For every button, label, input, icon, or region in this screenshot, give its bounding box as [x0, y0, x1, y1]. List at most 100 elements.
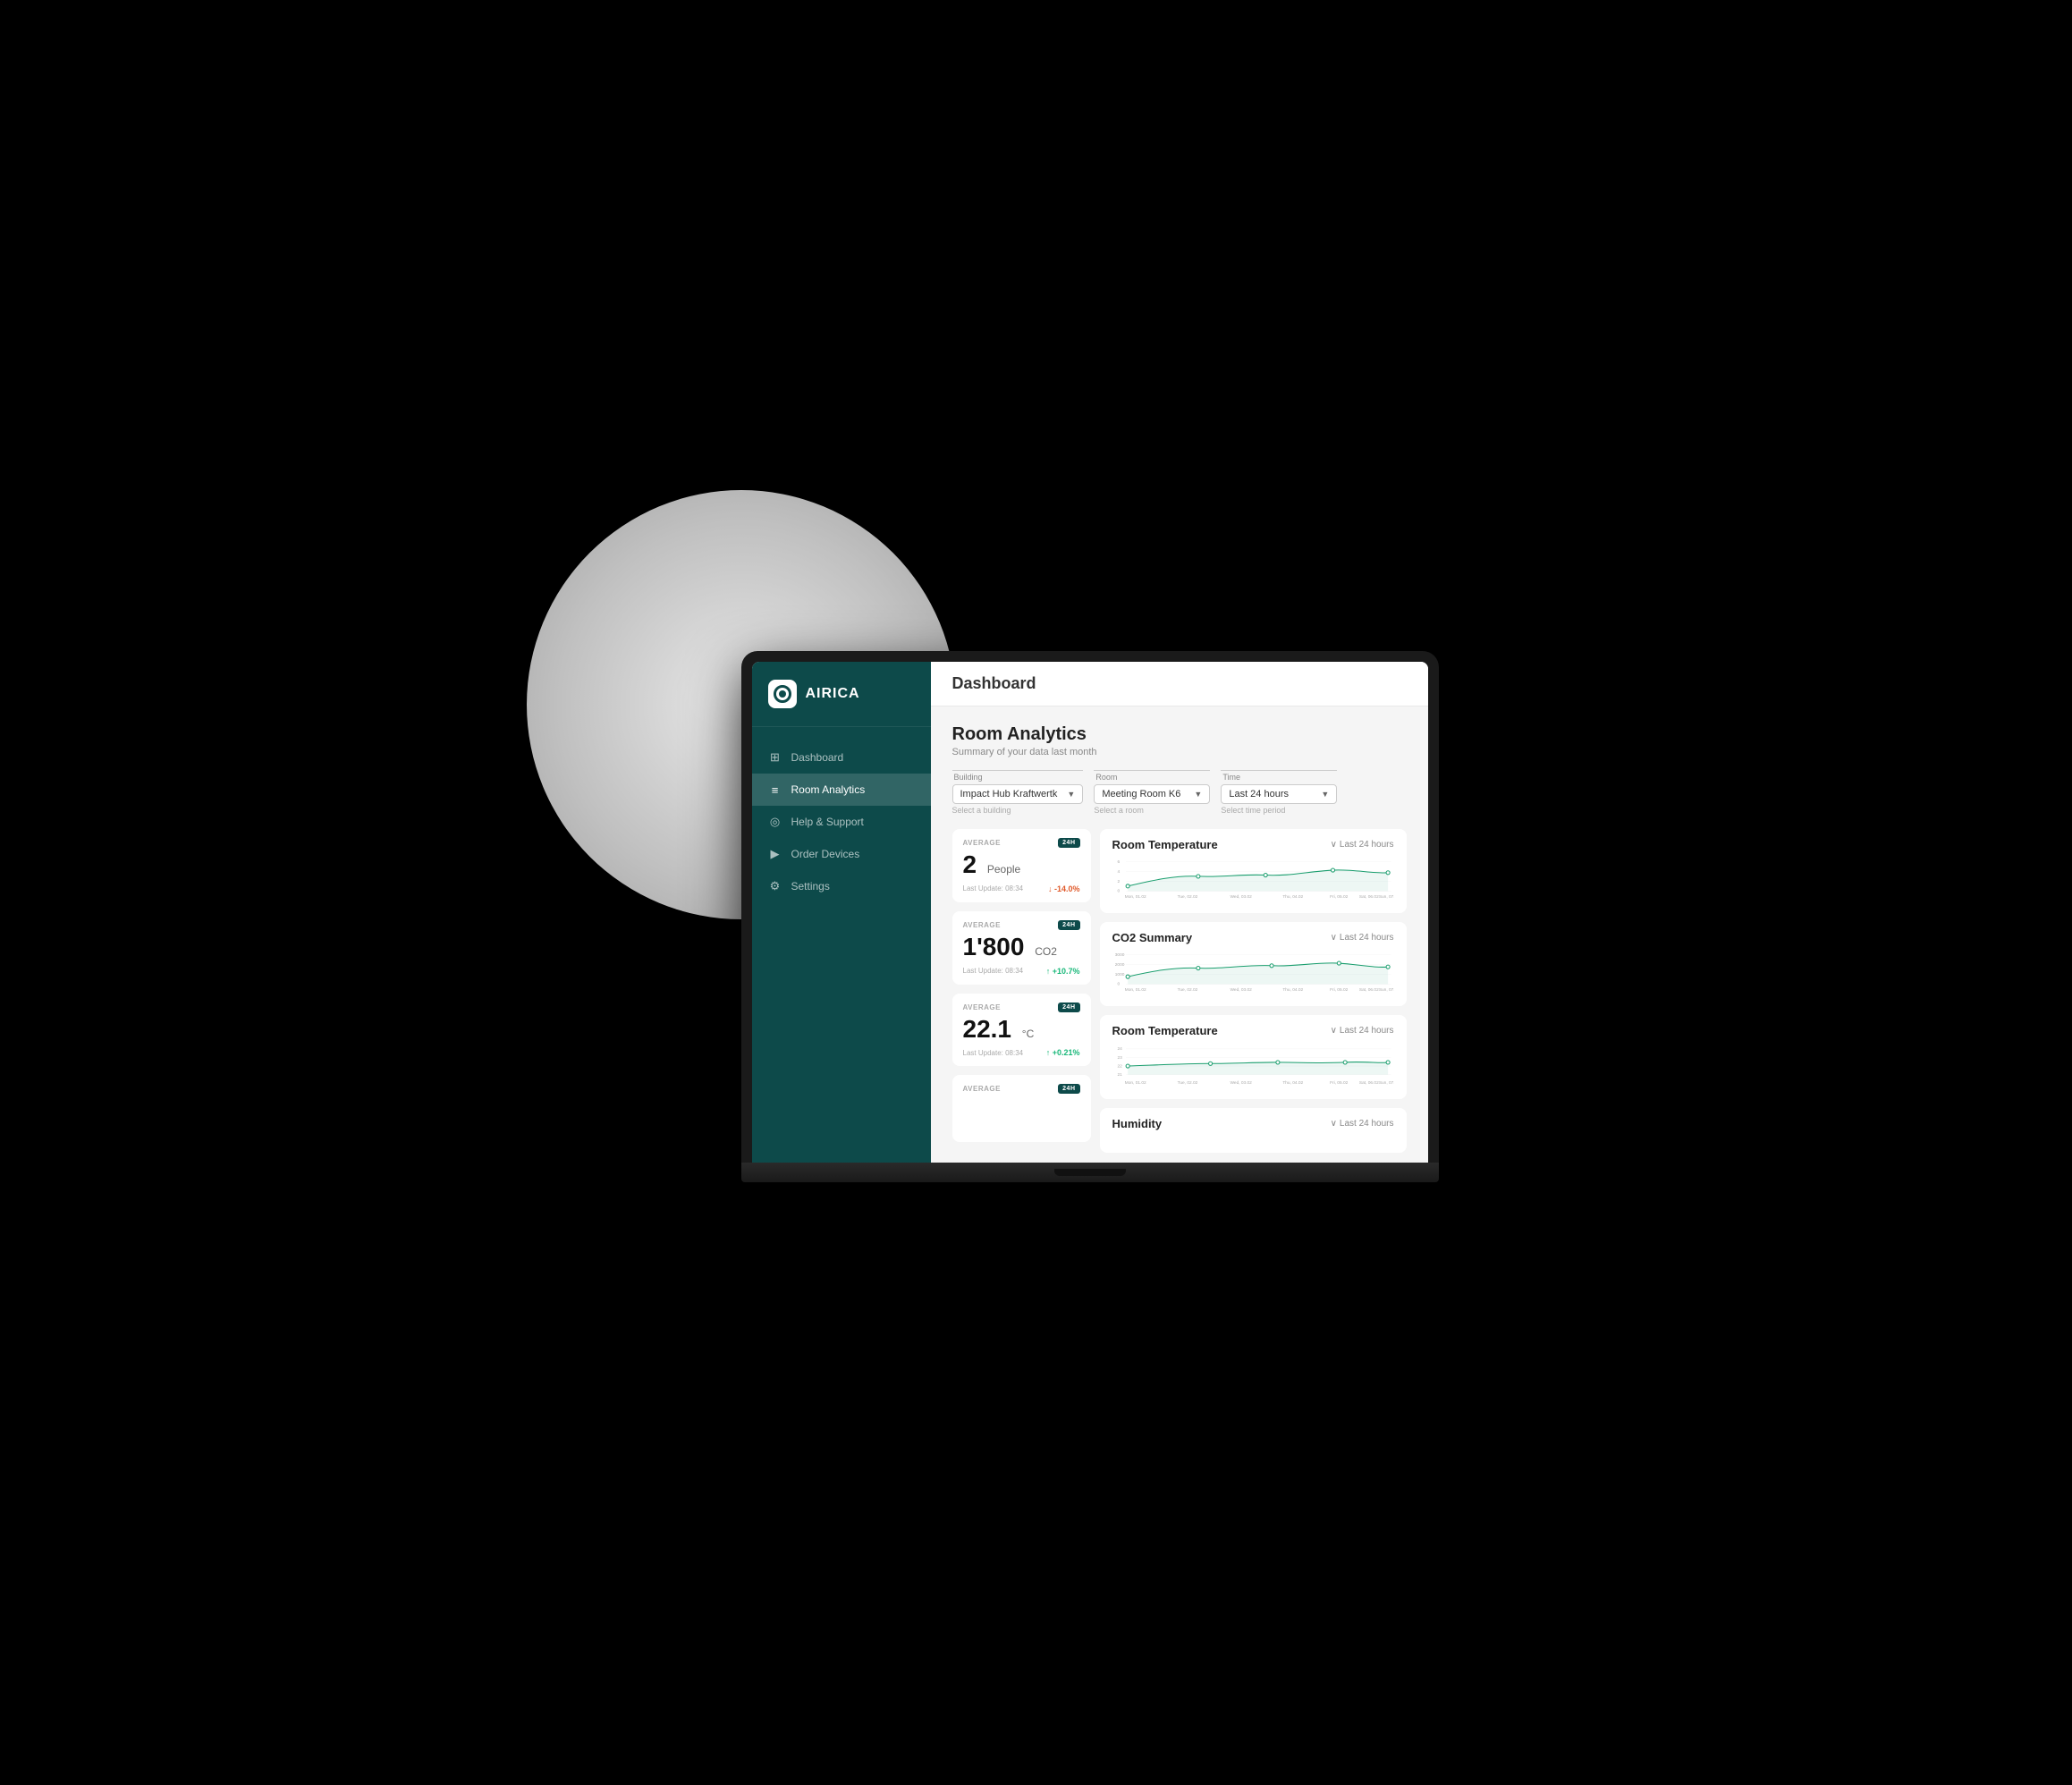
svg-text:Thu, 04.02: Thu, 04.02 [1282, 987, 1303, 993]
stat-update-co2: Last Update: 08:34 [963, 967, 1024, 975]
stat-update-people: Last Update: 08:34 [963, 884, 1024, 892]
laptop: AIRICA ⊞ Dashboard ≡ Room Analytics ◎ [741, 651, 1439, 1241]
sidebar-item-settings-label: Settings [791, 880, 830, 892]
svg-text:21: 21 [1117, 1072, 1122, 1078]
stat-change-temperature: ↑ +0.21% [1046, 1048, 1080, 1057]
room-filter-label: Room [1094, 770, 1210, 782]
time-filter-label: Time [1221, 770, 1337, 782]
chart-header-room-temperature: Room Temperature ∨ Last 24 hours [1112, 838, 1394, 851]
chart-card-room-temperature-2: Room Temperature ∨ Last 24 hours 24 [1100, 1015, 1407, 1099]
svg-text:23: 23 [1117, 1055, 1122, 1061]
svg-text:Mon, 01.02: Mon, 01.02 [1124, 1080, 1146, 1086]
page-title: Dashboard [952, 674, 1407, 693]
building-chevron-icon: ▼ [1067, 790, 1075, 799]
stat-label-humidity: AVERAGE 24H [963, 1084, 1080, 1094]
stat-change-co2: ↑ +10.7% [1046, 967, 1080, 976]
sidebar-item-help-support-label: Help & Support [791, 816, 864, 828]
svg-text:Mon, 01.02: Mon, 01.02 [1124, 987, 1146, 993]
sidebar-item-help-support[interactable]: ◎ Help & Support [752, 806, 931, 838]
time-chevron-icon: ▼ [1321, 790, 1329, 799]
svg-text:24: 24 [1117, 1046, 1122, 1052]
sidebar-item-dashboard[interactable]: ⊞ Dashboard [752, 741, 931, 774]
badge-24h-temperature: 24H [1058, 1002, 1079, 1012]
svg-text:Sun, 07.02: Sun, 07.02 [1378, 894, 1393, 900]
chart-time-room-temperature[interactable]: ∨ Last 24 hours [1331, 840, 1394, 850]
stat-value-co2: 1'800 CO2 [963, 934, 1080, 961]
stat-label-temperature: AVERAGE 24H [963, 1002, 1080, 1012]
time-select[interactable]: Last 24 hours ▼ [1221, 784, 1337, 804]
svg-text:0: 0 [1117, 982, 1120, 987]
building-select[interactable]: Impact Hub Kraftwertk ▼ [952, 784, 1084, 804]
logo: AIRICA [752, 662, 931, 727]
chart-time-room-temperature-2[interactable]: ∨ Last 24 hours [1331, 1026, 1394, 1036]
nav: ⊞ Dashboard ≡ Room Analytics ◎ Help & Su… [752, 727, 931, 1163]
section-subtitle: Summary of your data last month [952, 747, 1407, 757]
svg-text:4: 4 [1117, 869, 1120, 875]
svg-text:6: 6 [1117, 859, 1120, 865]
svg-text:Fri, 05.02: Fri, 05.02 [1330, 987, 1349, 993]
svg-text:Tue, 02.02: Tue, 02.02 [1177, 987, 1197, 993]
chart-header-room-temperature-2: Room Temperature ∨ Last 24 hours [1112, 1024, 1394, 1037]
svg-text:Fri, 05.02: Fri, 05.02 [1330, 894, 1349, 900]
stat-label-co2: AVERAGE 24H [963, 920, 1080, 930]
badge-24h-co2: 24H [1058, 920, 1079, 930]
time-filter: Time Last 24 hours ▼ Select time period [1221, 770, 1337, 815]
stat-unit-people: People [987, 863, 1020, 876]
stat-footer-co2: Last Update: 08:34 ↑ +10.7% [963, 967, 1080, 976]
stat-value-temperature: 22.1 °C [963, 1016, 1080, 1044]
chart-svg-room-temperature-2: 24 23 22 21 [1112, 1043, 1394, 1086]
dashboard-grid: AVERAGE 24H 2 People Last Update: 08:34 [952, 829, 1407, 1153]
grid-icon: ⊞ [768, 750, 782, 765]
building-filter: Building Impact Hub Kraftwertk ▼ Select … [952, 770, 1084, 815]
sidebar-item-settings[interactable]: ⚙ Settings [752, 870, 931, 902]
svg-text:Wed, 03.02: Wed, 03.02 [1230, 894, 1252, 900]
stat-unit-temperature: °C [1022, 1028, 1034, 1040]
stats-column: AVERAGE 24H 2 People Last Update: 08:34 [952, 829, 1091, 1153]
send-icon: ▶ [768, 847, 782, 861]
chevron-down-icon-4: ∨ [1331, 1119, 1337, 1129]
chart-title-co2-summary: CO2 Summary [1112, 931, 1193, 944]
stat-change-people: ↓ -14.0% [1048, 884, 1080, 893]
sidebar: AIRICA ⊞ Dashboard ≡ Room Analytics ◎ [752, 662, 931, 1163]
room-select[interactable]: Meeting Room K6 ▼ [1094, 784, 1210, 804]
svg-text:Tue, 02.02: Tue, 02.02 [1177, 894, 1197, 900]
svg-text:2000: 2000 [1114, 962, 1124, 968]
building-filter-hint: Select a building [952, 806, 1084, 815]
gear-icon: ⚙ [768, 879, 782, 893]
svg-text:Wed, 03.02: Wed, 03.02 [1230, 987, 1252, 993]
stat-card-people: AVERAGE 24H 2 People Last Update: 08:34 [952, 829, 1091, 902]
stat-card-temperature: AVERAGE 24H 22.1 °C Last Update: 08:34 [952, 994, 1091, 1067]
chevron-down-icon-2: ∨ [1331, 933, 1337, 943]
stat-footer-temperature: Last Update: 08:34 ↑ +0.21% [963, 1048, 1080, 1057]
stat-card-co2: AVERAGE 24H 1'800 CO2 Last Update: 08:34 [952, 911, 1091, 985]
sidebar-item-room-analytics[interactable]: ≡ Room Analytics [752, 774, 931, 806]
svg-text:3000: 3000 [1114, 952, 1124, 958]
room-chevron-icon: ▼ [1194, 790, 1202, 799]
sidebar-item-order-devices[interactable]: ▶ Order Devices [752, 838, 931, 870]
sidebar-item-dashboard-label: Dashboard [791, 751, 844, 764]
svg-text:22: 22 [1117, 1063, 1122, 1069]
chart-svg-room-temperature: 6 4 2 0 [1112, 857, 1394, 900]
chart-title-room-temperature-2: Room Temperature [1112, 1024, 1218, 1037]
time-filter-hint: Select time period [1221, 806, 1337, 815]
logo-text: AIRICA [806, 686, 860, 702]
stat-value-people: 2 People [963, 851, 1080, 879]
chart-time-humidity[interactable]: ∨ Last 24 hours [1331, 1119, 1394, 1129]
chevron-down-icon-3: ∨ [1331, 1026, 1337, 1036]
chevron-down-icon-1: ∨ [1331, 840, 1337, 850]
chart-time-co2-summary[interactable]: ∨ Last 24 hours [1331, 933, 1394, 943]
svg-text:Sat, 06.02: Sat, 06.02 [1358, 894, 1378, 900]
svg-text:1000: 1000 [1114, 972, 1124, 977]
charts-column: Room Temperature ∨ Last 24 hours 6 [1100, 829, 1407, 1153]
svg-text:Sun, 07.02: Sun, 07.02 [1378, 987, 1393, 993]
section-title: Room Analytics [952, 724, 1407, 745]
chart-header-humidity: Humidity ∨ Last 24 hours [1112, 1117, 1394, 1130]
chart-svg-co2-summary: 3000 2000 1000 0 [1112, 950, 1394, 993]
badge-24h-humidity: 24H [1058, 1084, 1079, 1094]
chart-icon: ≡ [768, 783, 782, 797]
stat-footer-people: Last Update: 08:34 ↓ -14.0% [963, 884, 1080, 893]
building-select-value: Impact Hub Kraftwertk [960, 789, 1058, 799]
laptop-base [741, 1163, 1439, 1182]
main-content: Dashboard Room Analytics Summary of your… [931, 662, 1428, 1163]
svg-text:Fri, 05.02: Fri, 05.02 [1330, 1080, 1349, 1086]
